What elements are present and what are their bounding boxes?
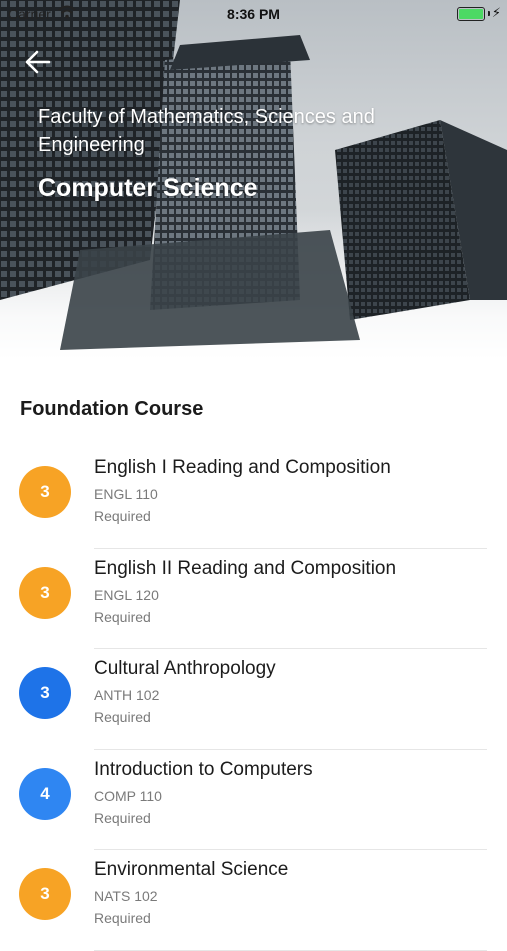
credit-badge: 3: [19, 566, 71, 619]
course-status: Required: [94, 709, 151, 725]
course-status: Required: [94, 910, 151, 926]
course-code: ANTH 102: [94, 687, 160, 703]
credit-badge: 3: [19, 868, 71, 920]
program-title: Computer Science: [38, 174, 258, 202]
status-bar: Carrier 8:36 PM ⚡: [0, 0, 507, 28]
faculty-name: Faculty of Mathematics, Sciences and Eng…: [38, 106, 375, 156]
course-status: Required: [94, 508, 151, 524]
course-title: Environmental Science: [94, 859, 289, 880]
course-title: Introduction to Computers: [94, 758, 313, 780]
course-item[interactable]: 3 English I Reading and Composition ENGL…: [0, 448, 507, 549]
course-item[interactable]: 4 Introduction to Computers COMP 110 Req…: [0, 750, 507, 850]
back-button[interactable]: [22, 46, 56, 80]
arrow-left-icon: [25, 50, 51, 74]
charging-icon: ⚡: [491, 5, 501, 20]
course-list: 3 English I Reading and Composition ENGL…: [0, 448, 507, 951]
course-item[interactable]: 3 Environmental Science NATS 102 Require…: [0, 850, 507, 951]
course-code: NATS 102: [94, 888, 158, 904]
credit-badge: 3: [19, 466, 71, 518]
divider: [94, 949, 487, 951]
battery-icon: [457, 7, 485, 21]
course-title: English II Reading and Composition: [94, 557, 397, 579]
course-item[interactable]: 3 English II Reading and Composition ENG…: [0, 549, 507, 649]
course-status: Required: [94, 809, 151, 826]
section-title: Foundation Course: [20, 398, 204, 420]
course-item[interactable]: 3 Cultural Anthropology ANTH 102 Require…: [0, 649, 507, 750]
credit-badge: 4: [19, 767, 71, 820]
course-code: ENGL 120: [94, 586, 159, 603]
course-status: Required: [94, 608, 151, 625]
credit-badge: 3: [19, 667, 71, 719]
course-code: COMP 110: [94, 787, 162, 804]
status-time: 8:36 PM: [227, 6, 280, 22]
course-code: ENGL 110: [94, 486, 158, 502]
course-title: Cultural Anthropology: [94, 658, 276, 679]
course-title: English I Reading and Composition: [94, 457, 391, 478]
